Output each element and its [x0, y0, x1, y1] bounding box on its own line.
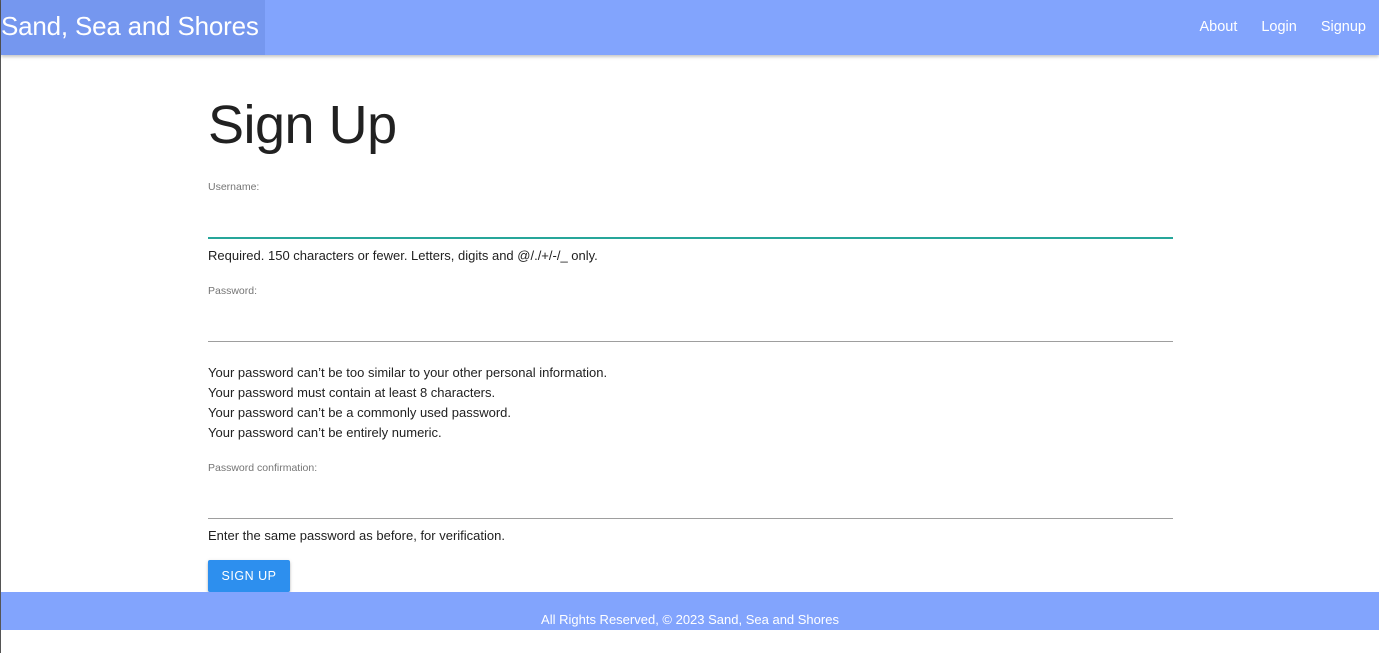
username-label: Username: [208, 181, 260, 193]
footer-copyright: All Rights Reserved, © 2023 Sand, Sea an… [541, 612, 839, 627]
password-help-list: Your password can’t be too similar to yo… [208, 363, 607, 443]
username-input[interactable] [208, 209, 1173, 239]
password-help-item: Your password can’t be too similar to yo… [208, 365, 608, 380]
nav-link-about[interactable]: About [1187, 19, 1249, 37]
brand-logo-link[interactable]: Sand, Sea and Shores [1, 0, 265, 55]
page-title: Sign Up [208, 95, 397, 155]
navbar: Sand, Sea and Shores About Login Signup [1, 0, 1379, 55]
sign-up-button[interactable]: SIGN UP [208, 560, 290, 592]
nav-link-signup[interactable]: Signup [1309, 19, 1379, 37]
password-confirmation-input[interactable] [208, 489, 1173, 519]
password-label: Password: [208, 285, 258, 297]
signup-container: Sign Up Username: Required. 150 characte… [208, 94, 1173, 592]
window-left-edge [0, 0, 1, 653]
nav-link-login[interactable]: Login [1249, 19, 1308, 37]
footer: All Rights Reserved, © 2023 Sand, Sea an… [1, 592, 1379, 630]
password-confirmation-help-text: Enter the same password as before, for v… [208, 528, 505, 543]
password-help-item: Your password can’t be a commonly used p… [208, 405, 512, 420]
password-help-item: Your password can’t be entirely numeric. [208, 425, 442, 440]
password-input[interactable] [208, 312, 1173, 342]
password-confirmation-label: Password confirmation: [208, 462, 318, 474]
username-help-text: Required. 150 characters or fewer. Lette… [208, 248, 598, 263]
nav-links: About Login Signup [1187, 0, 1379, 55]
password-help-item: Your password must contain at least 8 ch… [208, 385, 496, 400]
